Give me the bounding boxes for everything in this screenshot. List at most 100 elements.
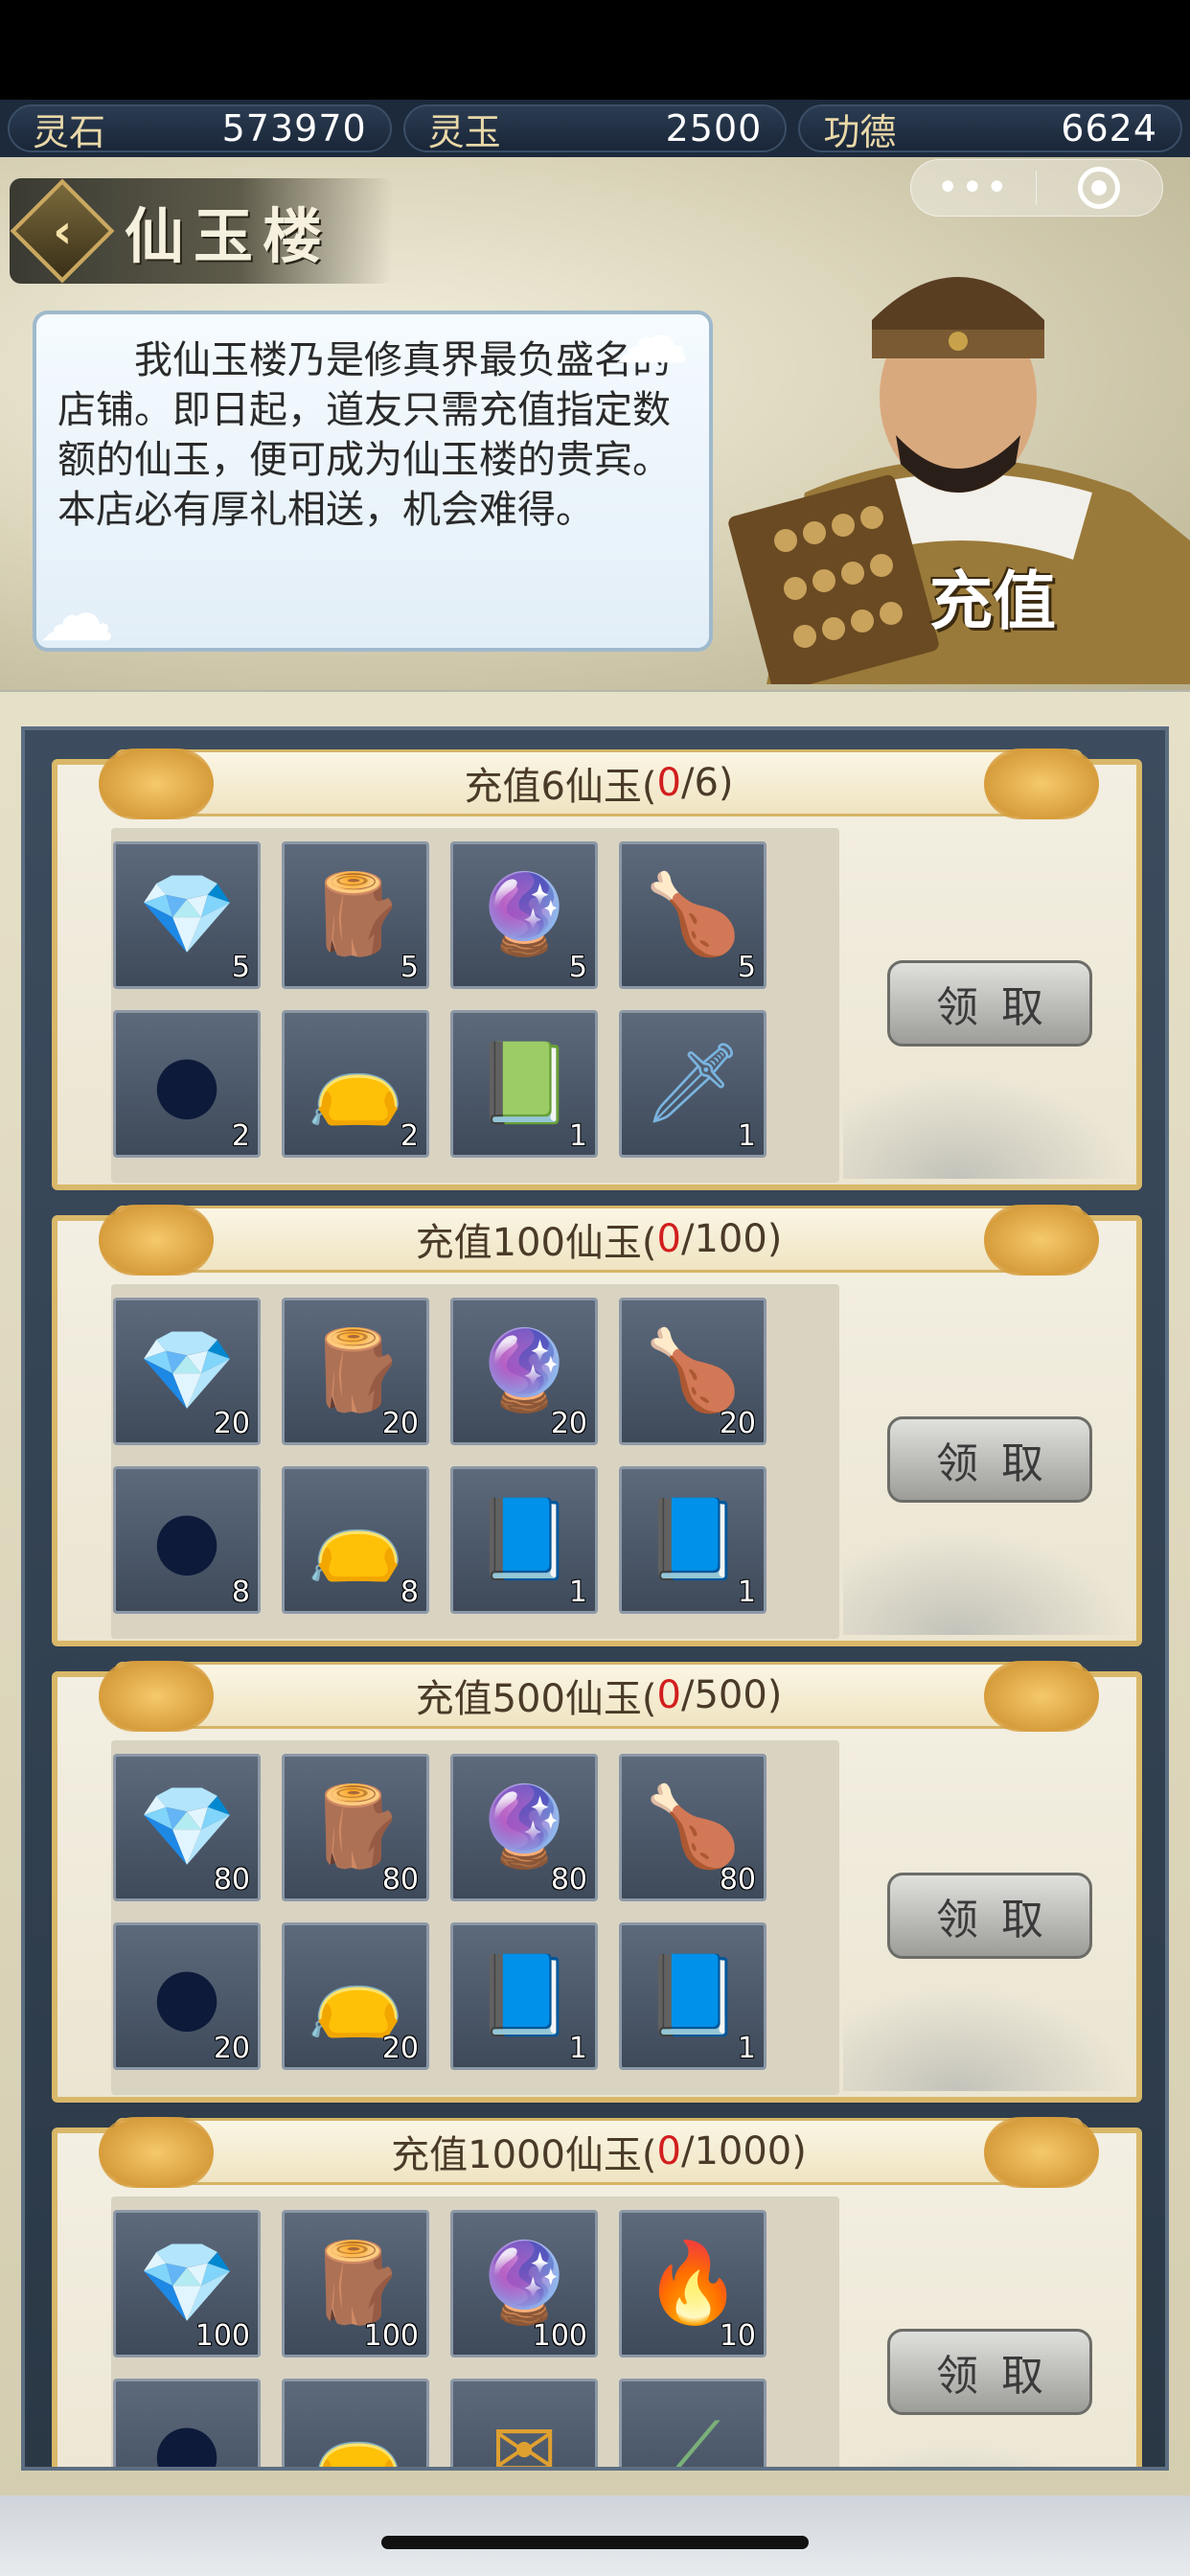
blue-sword-icon: 🗡 xyxy=(642,1038,744,1129)
green-pouch-icon: 👝 xyxy=(306,1950,405,2041)
reward-item[interactable]: 👝 8 xyxy=(282,1466,429,1614)
reward-item[interactable]: ⟋ xyxy=(619,2379,767,2471)
reward-item[interactable]: 🪵 5 xyxy=(282,841,429,989)
speech-text: 我仙玉楼乃是修真界最负盛名的店铺。即日起，道友只需充值指定数额的仙玉，便可成为仙… xyxy=(57,338,671,532)
tier-title: 充值6仙玉(0/6) xyxy=(99,748,1099,819)
reward-item[interactable]: 📘 1 xyxy=(619,1922,767,2070)
item-count: 1 xyxy=(737,2032,756,2065)
reward-item[interactable]: 🔮 80 xyxy=(450,1754,598,1901)
reward-item[interactable]: 🍗 80 xyxy=(619,1754,767,1901)
item-count: 10 xyxy=(719,2319,756,2353)
reward-tier-card: 充值100仙玉(0/100) 💎 20 🪵 20 🔮 20 🍗 20 ● 8 👝 8 📘 1 📘 1 领取 xyxy=(52,1205,1142,1646)
reward-item[interactable]: 👝 xyxy=(282,2379,429,2467)
currency-label: 灵玉 xyxy=(427,110,501,153)
jade-horn-icon: ⟋ xyxy=(665,2406,721,2471)
reward-item[interactable]: 📗 1 xyxy=(450,1010,598,1158)
reward-item[interactable]: 👝 20 xyxy=(282,1922,429,2070)
tier-title-prefix: 充值1000仙玉( xyxy=(391,2133,657,2177)
mountain-decoration xyxy=(843,2442,1131,2467)
reward-item[interactable]: 💎 80 xyxy=(113,1754,261,1901)
reward-item[interactable]: 💎 5 xyxy=(113,841,261,989)
blue-book-icon: 📘 xyxy=(474,1950,574,2041)
item-count: 100 xyxy=(363,2319,419,2353)
currency-lingshi: 灵石 573970 xyxy=(8,104,392,153)
target-icon xyxy=(1078,167,1121,209)
item-count: 1 xyxy=(737,1119,756,1153)
cloud-icon: ☁ xyxy=(38,569,115,658)
item-count: 20 xyxy=(381,2032,419,2065)
item-count: 20 xyxy=(381,1407,419,1440)
tier-list[interactable]: 充值6仙玉(0/6) 💎 5 🪵 5 🔮 5 🍗 5 ● 2 👝 2 📗 1 🗡 1 领取 充值100仙玉(0/10… xyxy=(21,726,1169,2471)
tier-progress: 0 xyxy=(656,1673,681,1717)
tier-title: 充值100仙玉(0/100) xyxy=(99,1205,1099,1276)
claim-button[interactable]: 领取 xyxy=(887,1416,1092,1503)
mountain-decoration xyxy=(843,1986,1131,2091)
wood-logs-icon: 🪵 xyxy=(306,869,405,960)
merchant-speech-bubble: 我仙玉楼乃是修真界最负盛名的店铺。即日起，道友只需充值指定数额的仙玉，便可成为仙… xyxy=(33,310,713,652)
claim-button[interactable]: 领取 xyxy=(887,2329,1092,2415)
purple-crystal-icon: 🔮 xyxy=(474,1782,574,1873)
reward-item[interactable]: 🪵 80 xyxy=(282,1754,429,1901)
reward-item[interactable]: 📘 1 xyxy=(450,1922,598,2070)
currency-gongde: 功德 6624 xyxy=(798,104,1183,153)
reward-item[interactable]: 🔮 20 xyxy=(450,1298,598,1445)
home-indicator[interactable] xyxy=(381,2536,809,2549)
tier-title-prefix: 充值100仙玉( xyxy=(415,1221,657,1265)
reward-tier-card: 充值6仙玉(0/6) 💎 5 🪵 5 🔮 5 🍗 5 ● 2 👝 2 📗 1 🗡 1 领取 xyxy=(52,748,1142,1190)
item-count: 1 xyxy=(568,1576,587,1609)
close-button[interactable] xyxy=(1037,167,1163,209)
page-title: 仙玉楼 xyxy=(125,201,332,271)
currency-lingyu: 灵玉 2500 xyxy=(402,104,788,153)
wood-logs-icon: 🪵 xyxy=(306,2238,405,2329)
spirit-stone-bag-icon: 💎 xyxy=(137,2238,237,2329)
recharge-button[interactable]: 充值 xyxy=(929,550,1056,642)
back-button[interactable]: ‹ xyxy=(10,178,115,284)
claim-button[interactable]: 领取 xyxy=(887,1873,1092,1959)
reward-item[interactable]: 🪵 100 xyxy=(282,2210,429,2358)
item-count: 20 xyxy=(213,1407,250,1440)
reward-item[interactable]: 🍗 20 xyxy=(619,1298,767,1445)
claim-button[interactable]: 领取 xyxy=(887,960,1092,1046)
reward-item[interactable]: 🗡 1 xyxy=(619,1010,767,1158)
reward-item[interactable]: 🔮 5 xyxy=(450,841,598,989)
tier-progress: 0 xyxy=(656,761,681,805)
item-count: 80 xyxy=(550,1863,587,1897)
dark-orb-icon: ● xyxy=(152,1950,221,2041)
tier-title-suffix: /500) xyxy=(680,1673,783,1717)
currency-value: 573970 xyxy=(221,107,367,150)
reward-item[interactable]: 💎 100 xyxy=(113,2210,261,2358)
green-pouch-icon: 👝 xyxy=(306,1494,405,1585)
currency-bar: 灵石 573970 灵玉 2500 功德 6624 xyxy=(0,100,1190,157)
purple-crystal-icon: 🔮 xyxy=(474,2238,574,2329)
reward-item[interactable]: ● xyxy=(113,2379,261,2467)
item-count: 80 xyxy=(213,1863,250,1897)
reward-item[interactable]: 🔮 100 xyxy=(450,2210,598,2358)
tier-title-prefix: 充值500仙玉( xyxy=(415,1677,657,1721)
reward-item[interactable]: ● 20 xyxy=(113,1922,261,2070)
tier-title-suffix: /100) xyxy=(680,1217,783,1261)
reward-item[interactable]: ✉ xyxy=(450,2379,598,2467)
reward-item[interactable]: 💎 20 xyxy=(113,1298,261,1445)
purple-crystal-icon: 🔮 xyxy=(474,1325,574,1416)
item-count: 1 xyxy=(737,1576,756,1609)
reward-item[interactable]: 📘 1 xyxy=(450,1466,598,1614)
reward-item[interactable]: 👝 2 xyxy=(282,1010,429,1158)
more-button[interactable]: ••• xyxy=(911,166,1036,210)
reward-item[interactable]: 🔥 10 xyxy=(619,2210,767,2358)
reward-item[interactable]: 🪵 20 xyxy=(282,1298,429,1445)
reward-item[interactable]: 🍗 5 xyxy=(619,841,767,989)
roast-duck-icon: 🍗 xyxy=(643,1782,743,1873)
item-count: 5 xyxy=(400,951,419,984)
reward-item[interactable]: ● 2 xyxy=(113,1010,261,1158)
spirit-stone-bag-icon: 💎 xyxy=(137,1325,237,1416)
roast-duck-icon: 🍗 xyxy=(643,1325,743,1416)
tier-title: 充值500仙玉(0/500) xyxy=(99,1661,1099,1732)
green-book-icon: 📗 xyxy=(474,1038,574,1129)
blue-book-icon: 📘 xyxy=(643,1494,743,1585)
reward-item[interactable]: 📘 1 xyxy=(619,1466,767,1614)
reward-item[interactable]: ● 8 xyxy=(113,1466,261,1614)
item-count: 80 xyxy=(719,1863,756,1897)
wood-logs-icon: 🪵 xyxy=(306,1782,405,1873)
shop-banner: ‹ 仙玉楼 我仙玉楼乃是修真界最负盛名的店铺。即日起，道友只需充值指定数额的仙玉… xyxy=(0,157,1190,690)
currency-label: 功德 xyxy=(823,110,897,153)
